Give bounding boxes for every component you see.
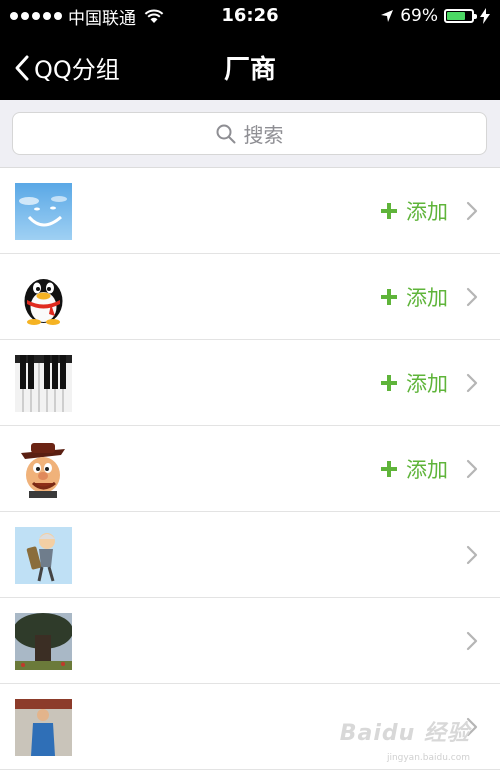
search-section: 搜索: [0, 100, 500, 168]
battery-icon: [444, 9, 477, 23]
watermark-url: jingyan.baidu.com: [386, 753, 470, 763]
search-input[interactable]: 搜索: [12, 112, 487, 155]
chevron-right-icon: [466, 545, 478, 565]
page-title: 厂商: [223, 55, 276, 85]
list-item[interactable]: 添加: [0, 254, 500, 340]
status-right: 69%: [380, 5, 490, 27]
list-item[interactable]: 添加: [0, 340, 500, 426]
chevron-right-icon: [466, 201, 478, 221]
battery-level: [447, 12, 465, 20]
list-item[interactable]: Baidu 经验 jingyan.baidu.com: [0, 684, 500, 770]
status-bar: 中国联通 16:26 69%: [0, 0, 500, 32]
tree-photo-avatar: [15, 613, 72, 670]
list-item[interactable]: 添加: [0, 426, 500, 512]
chevron-right-icon: [466, 287, 478, 307]
list-item[interactable]: 添加: [0, 168, 500, 254]
list-item[interactable]: [0, 598, 500, 684]
plus-icon: [381, 375, 397, 391]
plus-icon: [381, 289, 397, 305]
charging-bolt-icon: [480, 8, 490, 24]
plus-icon: [381, 203, 397, 219]
piano-keys-avatar: [15, 355, 72, 412]
chevron-right-icon: [466, 459, 478, 479]
vendor-list: 添加 添加 添加 添加 Baidu 经验 jingyan.baidu.com: [0, 168, 500, 770]
chevron-right-icon: [466, 373, 478, 393]
watermark-logo: Baidu 经验: [339, 721, 470, 746]
add-label: 添加: [406, 372, 448, 396]
add-button[interactable]: 添加: [380, 368, 448, 398]
add-label: 添加: [406, 458, 448, 482]
battery-percent: 69%: [400, 6, 438, 26]
person-photo-avatar: [15, 699, 72, 756]
navigation-bar: QQ分组 厂商: [0, 32, 500, 100]
location-arrow-icon: [381, 10, 394, 22]
plus-icon: [381, 461, 397, 477]
cartoon-old-man-avatar: [15, 527, 72, 584]
cartoon-man-hat-avatar: [15, 441, 72, 498]
add-label: 添加: [406, 286, 448, 310]
chevron-right-icon: [466, 631, 478, 651]
qq-penguin-avatar: [15, 269, 72, 326]
add-button[interactable]: 添加: [380, 282, 448, 312]
list-item[interactable]: [0, 512, 500, 598]
sky-smile-avatar: [15, 183, 72, 240]
search-placeholder: 搜索: [243, 123, 284, 147]
add-button[interactable]: 添加: [380, 196, 448, 226]
add-label: 添加: [406, 200, 448, 224]
add-button[interactable]: 添加: [380, 454, 448, 484]
search-icon: [216, 124, 235, 143]
